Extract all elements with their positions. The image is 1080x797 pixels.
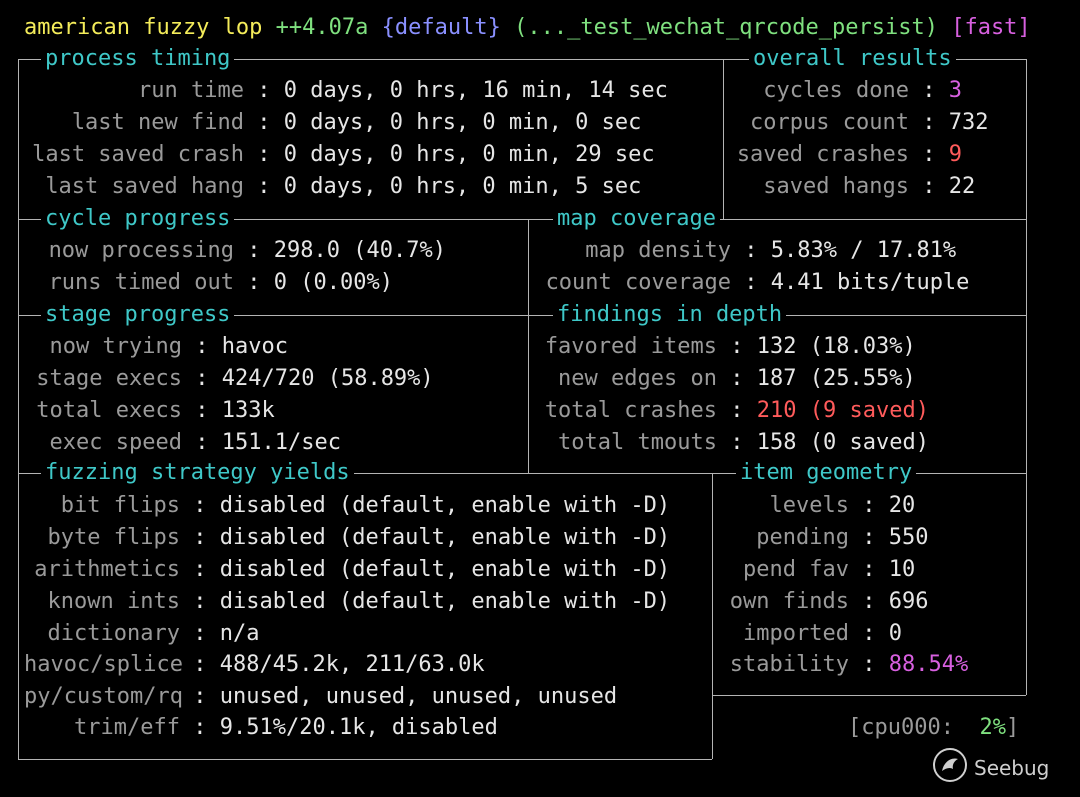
row-new-edges-on: new edges on : 187 (25.55%): [558, 366, 916, 391]
row-count-coverage: count coverage : 4.41 bits/tuple: [545, 270, 970, 295]
arithmetics-value: disabled (default, enable with -D): [219, 557, 671, 582]
row-byte-flips: byte flips : disabled (default, enable w…: [47, 525, 671, 550]
byte-flips-value: disabled (default, enable with -D): [219, 525, 671, 550]
havoc-splice-value: 488/45.2k, 211/63.0k: [219, 652, 485, 677]
row-stage-execs: stage execs : 424/720 (58.89%): [36, 366, 434, 391]
section-title-findings-in-depth: findings in depth: [553, 303, 787, 327]
new-edges-on-value: 187 (25.55%): [756, 366, 916, 391]
afl-version: ++4.07a: [275, 15, 369, 40]
corpus-count-value: 732: [948, 110, 989, 135]
row-bit-flips: bit flips : disabled (default, enable wi…: [60, 493, 671, 518]
row-pend-fav: pend fav : 10: [743, 557, 916, 582]
profile-name: {default}: [381, 15, 501, 40]
row-last-new-find: last new find : 0 days, 0 hrs, 0 min, 0 …: [71, 110, 642, 135]
power-schedule: [fast]: [951, 15, 1031, 40]
row-run-time: run time : 0 days, 0 hrs, 16 min, 14 sec: [138, 78, 668, 103]
section-title-item-geometry: item geometry: [736, 461, 917, 485]
last-saved-hang-value: 0 days, 0 hrs, 0 min, 5 sec: [283, 174, 642, 199]
row-last-saved-crash: last saved crash : 0 days, 0 hrs, 0 min,…: [32, 142, 655, 167]
row-dictionary: dictionary : n/a: [47, 621, 260, 646]
last-new-find-value: 0 days, 0 hrs, 0 min, 0 sec: [283, 110, 642, 135]
run-time-value: 0 days, 0 hrs, 16 min, 14 sec: [283, 78, 668, 103]
own-finds-value: 696: [888, 589, 929, 614]
section-title-map-coverage: map coverage: [553, 207, 720, 231]
target-name: (..._test_wechat_qrcode_persist): [514, 15, 938, 40]
row-stability: stability : 88.54%: [729, 652, 969, 677]
cpu-usage-value: 2%: [979, 715, 1006, 740]
row-map-density: map density : 5.83% / 17.81%: [585, 238, 957, 263]
row-cycles-done: cycles done : 3: [763, 78, 962, 103]
map-density-value: 5.83% / 17.81%: [770, 238, 957, 263]
seebug-logo-icon: [932, 747, 968, 789]
levels-value: 20: [888, 493, 916, 518]
runs-timed-out-value: 0 (0.00%): [273, 270, 393, 295]
row-pending: pending : 550: [756, 525, 929, 550]
pending-value: 550: [888, 525, 929, 550]
seebug-watermark: Seebug: [932, 747, 1050, 789]
row-favored-items: favored items : 132 (18.03%): [544, 334, 916, 359]
row-imported: imported : 0: [743, 621, 902, 646]
program-name: american fuzzy lop: [24, 15, 263, 40]
bit-flips-value: disabled (default, enable with -D): [219, 493, 671, 518]
row-runs-timed-out: runs timed out : 0 (0.00%): [48, 270, 393, 295]
favored-items-value: 132 (18.03%): [756, 334, 916, 359]
total-crashes-value: 210 (9 saved): [756, 398, 929, 423]
afl-status-screen: american fuzzy lop ++4.07a {default} (..…: [0, 0, 1080, 797]
known-ints-value: disabled (default, enable with -D): [219, 589, 671, 614]
trim-eff-value: 9.51%/20.1k, disabled: [219, 715, 498, 740]
exec-speed-value: 151.1/sec: [221, 430, 341, 455]
row-corpus-count: corpus count : 732: [750, 110, 989, 135]
row-total-tmouts: total tmouts : 158 (0 saved): [558, 430, 929, 455]
row-arithmetics: arithmetics : disabled (default, enable …: [34, 557, 671, 582]
header-line: american fuzzy lop ++4.07a {default} (..…: [24, 16, 1031, 40]
row-total-crashes: total crashes : 210 (9 saved): [544, 398, 929, 423]
row-saved-crashes: saved crashes : 9: [736, 142, 962, 167]
section-title-fuzzing-strategy-yields: fuzzing strategy yields: [41, 461, 354, 485]
row-own-finds: own finds : 696: [729, 589, 929, 614]
count-coverage-value: 4.41 bits/tuple: [770, 270, 970, 295]
section-title-overall-results: overall results: [749, 47, 956, 71]
row-py-custom-rq: py/custom/rq : unused, unused, unused, u…: [24, 684, 618, 709]
now-trying-value: havoc: [221, 334, 288, 359]
saved-crashes-value: 9: [948, 142, 962, 167]
row-last-saved-hang: last saved hang : 0 days, 0 hrs, 0 min, …: [45, 174, 642, 199]
stage-execs-value: 424/720 (58.89%): [221, 366, 434, 391]
total-execs-value: 133k: [221, 398, 275, 423]
dictionary-value: n/a: [219, 621, 260, 646]
row-now-trying: now trying : havoc: [49, 334, 288, 359]
now-processing-value: 298.0 (40.7%): [273, 238, 446, 263]
row-total-execs: total execs : 133k: [36, 398, 275, 423]
py-custom-rq-value: unused, unused, unused, unused: [219, 684, 618, 709]
stability-value: 88.54%: [888, 652, 969, 677]
seebug-logo-text: Seebug: [974, 756, 1050, 780]
row-trim-eff: trim/eff : 9.51%/20.1k, disabled: [74, 715, 498, 740]
saved-hangs-value: 22: [948, 174, 976, 199]
total-tmouts-value: 158 (0 saved): [756, 430, 929, 455]
row-now-processing: now processing : 298.0 (40.7%): [48, 238, 446, 263]
section-title-process-timing: process timing: [41, 47, 235, 71]
cpu-indicator: [cpu000: 2%]: [848, 715, 1020, 740]
row-saved-hangs: saved hangs : 22: [763, 174, 976, 199]
pend-fav-value: 10: [888, 557, 916, 582]
row-havoc-splice: havoc/splice : 488/45.2k, 211/63.0k: [24, 652, 485, 677]
cycles-done-value: 3: [948, 78, 962, 103]
last-saved-crash-value: 0 days, 0 hrs, 0 min, 29 sec: [283, 142, 655, 167]
row-exec-speed: exec speed : 151.1/sec: [49, 430, 341, 455]
section-title-cycle-progress: cycle progress: [41, 207, 235, 231]
section-title-stage-progress: stage progress: [41, 303, 235, 327]
row-known-ints: known ints : disabled (default, enable w…: [47, 589, 671, 614]
imported-value: 0: [888, 621, 902, 646]
row-levels: levels : 20: [769, 493, 916, 518]
